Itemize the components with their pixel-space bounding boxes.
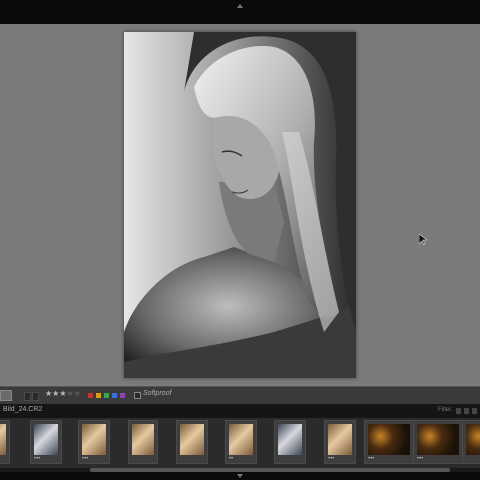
color-label-swatch[interactable] <box>96 393 101 398</box>
loupe-view[interactable] <box>0 24 480 386</box>
thumbnail-image <box>417 424 459 455</box>
color-label-swatch[interactable] <box>88 393 93 398</box>
flag-reject-icon[interactable] <box>32 392 39 401</box>
collapse-up-icon[interactable] <box>236 3 244 9</box>
filmstrip-thumbnail[interactable]: •• <box>225 420 257 464</box>
star-rating[interactable]: ★★★★★ <box>45 389 81 398</box>
filmstrip-header: Bild_24.CR2 Filter : <box>0 404 480 418</box>
thumbnail-image <box>82 424 106 455</box>
thumbnail-badges: ••• <box>368 456 375 462</box>
star-icon[interactable]: ★ <box>67 389 74 398</box>
star-icon[interactable]: ★ <box>59 389 66 398</box>
filmstrip-thumbnail[interactable] <box>0 420 10 464</box>
softproof-checkbox[interactable] <box>134 392 141 399</box>
color-label-swatch[interactable] <box>112 393 117 398</box>
filter-label: Filter : <box>438 407 455 413</box>
thumbnail-image <box>466 424 480 455</box>
thumbnail-image <box>180 424 204 455</box>
thumbnail-badges: ••• <box>82 456 89 462</box>
filmstrip-thumbnail[interactable] <box>176 420 208 464</box>
thumbnail-image <box>328 424 352 455</box>
thumbnail-image <box>132 424 154 455</box>
collapse-down-icon[interactable] <box>236 473 244 479</box>
top-panel-bar <box>0 0 480 24</box>
color-label-swatch[interactable] <box>120 393 125 398</box>
current-filename[interactable]: Bild_24.CR2 <box>3 406 42 413</box>
thumbnail-badges: ••• <box>34 456 41 462</box>
filmstrip-thumbnail[interactable] <box>274 420 306 464</box>
thumbnail-badges: ••• <box>328 456 335 462</box>
filmstrip-thumbnail[interactable]: ••• <box>364 420 414 464</box>
softproof-label: Softproof <box>143 390 172 397</box>
filmstrip-thumbnail[interactable]: ••• <box>413 420 463 464</box>
cursor-icon <box>419 234 427 246</box>
filmstrip-thumbnail[interactable] <box>128 420 158 464</box>
thumbnail-image <box>229 424 253 455</box>
flag-pick-icon[interactable] <box>24 392 31 401</box>
thumbnail-image <box>368 424 410 455</box>
thumbnail-image <box>34 424 58 455</box>
filmstrip-thumbnail[interactable]: ••• <box>324 420 356 464</box>
filmstrip-thumbnail[interactable] <box>462 420 480 464</box>
thumbnail-badges: ••• <box>417 456 424 462</box>
grid-view-icon[interactable] <box>0 390 12 401</box>
filmstrip-thumbnail[interactable]: ••• <box>78 420 110 464</box>
bottom-panel-bar <box>0 472 480 480</box>
thumbnail-image <box>0 424 6 455</box>
filmstrip-thumbnail[interactable]: ••• <box>30 420 62 464</box>
color-label-swatch[interactable] <box>104 393 109 398</box>
filter-flags-icon[interactable] <box>456 408 478 414</box>
thumbnail-image <box>278 424 302 455</box>
main-photo <box>124 32 356 378</box>
thumbnail-badges: •• <box>229 456 234 462</box>
filmstrip[interactable]: ••• ••• •• ••• ••• ••• <box>0 418 480 468</box>
star-icon[interactable]: ★ <box>74 389 81 398</box>
library-toolbar: ★★★★★ Softproof <box>0 386 480 404</box>
